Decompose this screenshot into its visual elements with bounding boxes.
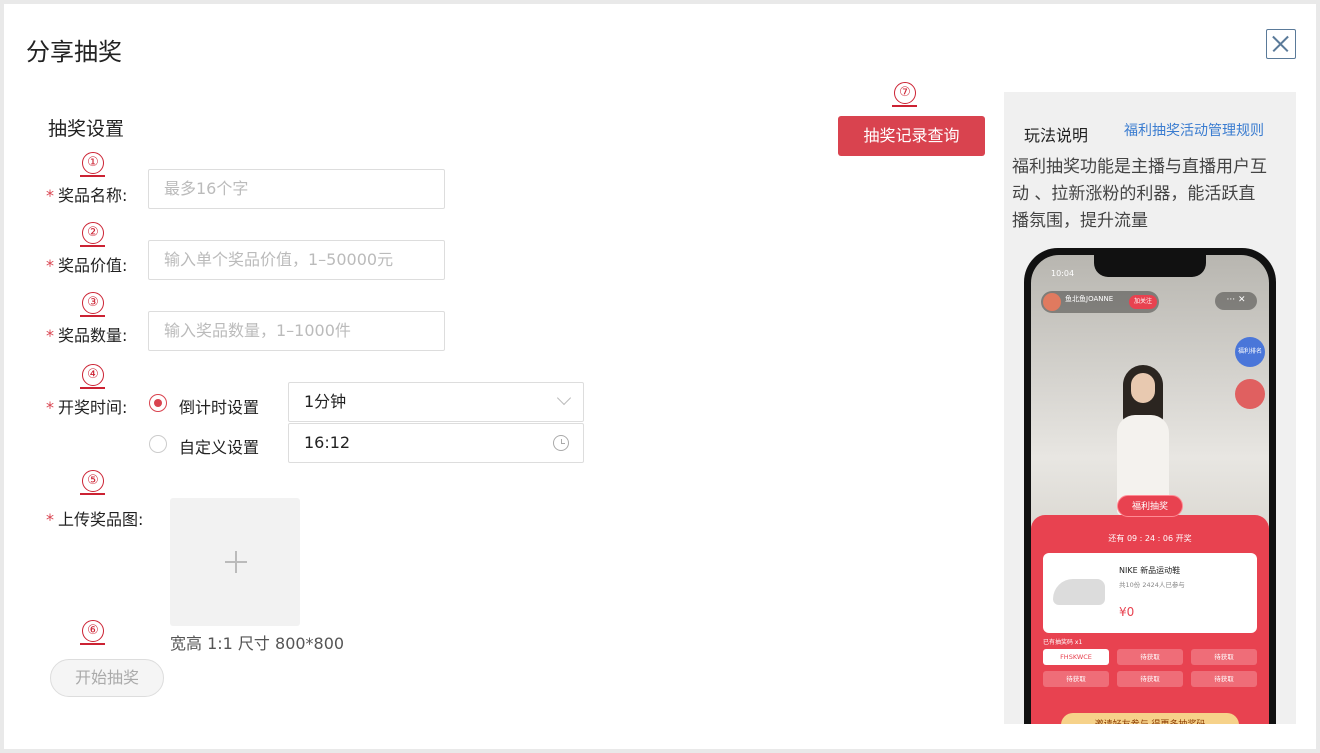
lottery-code: FHSKWCE	[1043, 649, 1109, 665]
countdown-select[interactable]: 1分钟	[288, 382, 584, 422]
upload-box[interactable]	[170, 498, 300, 626]
phone-preview: 10:04 鱼北鱼JOANNE 加关注 ··· ✕ 福利排名 福利抽奖 还有 0…	[1024, 248, 1276, 724]
dialog-title: 分享抽奖	[26, 38, 122, 66]
chevron-down-icon	[556, 390, 572, 406]
lottery-code: 待获取	[1191, 671, 1257, 687]
phone-menu: ··· ✕	[1215, 292, 1257, 310]
ranking-badge: 福利排名	[1235, 337, 1265, 367]
host-info: 鱼北鱼JOANNE 加关注	[1041, 291, 1159, 313]
custom-option-label: 自定义设置	[179, 438, 260, 457]
phone-screen: 10:04 鱼北鱼JOANNE 加关注 ··· ✕ 福利排名 福利抽奖 还有 0…	[1031, 255, 1269, 724]
prize-value-input[interactable]: 输入单个奖品价值，1–50000元	[148, 240, 445, 280]
host-figure	[1113, 365, 1173, 515]
host-name: 鱼北鱼JOANNE	[1065, 295, 1114, 303]
lottery-code: 待获取	[1117, 649, 1183, 665]
lottery-card-title: 福利抽奖	[1117, 495, 1183, 517]
marker-5: ⑤	[80, 470, 105, 495]
draw-time-label: * 开奖时间:	[46, 398, 128, 417]
upload-hint: 宽高 1:1 尺寸 800*800	[170, 634, 345, 653]
avatar	[1043, 293, 1061, 311]
phone-notch	[1094, 255, 1206, 277]
lottery-countdown: 还有 09 : 24 : 06 开奖	[1108, 534, 1192, 543]
custom-time-value: 16:12	[304, 433, 351, 452]
marker-7: ⑦	[892, 82, 917, 107]
marker-1: ①	[80, 152, 105, 177]
clock-icon	[553, 435, 569, 451]
rules-link[interactable]: 福利抽奖活动管理规则	[1124, 120, 1264, 140]
gift-icon	[1235, 379, 1265, 409]
codes-label: 已有抽奖码 x1	[1043, 639, 1083, 646]
product-name: NIKE 新品运动鞋	[1119, 566, 1181, 575]
prize-quantity-input[interactable]: 输入奖品数量，1–1000件	[148, 311, 445, 351]
marker-6: ⑥	[80, 620, 105, 645]
custom-time-picker[interactable]: 16:12	[288, 423, 584, 463]
shoe-image	[1053, 579, 1105, 605]
start-draw-button[interactable]: 开始抽奖	[50, 659, 164, 697]
lottery-code: 待获取	[1043, 671, 1109, 687]
dialog: 分享抽奖 抽奖设置 ① ② ③ ④ ⑤ ⑥ ⑦ * 奖品名称: 最多16个字 * 奖…	[4, 4, 1316, 749]
draw-record-button[interactable]: 抽奖记录查询	[838, 116, 985, 156]
product-card: NIKE 新品运动鞋 共10份 2424人已参与 ¥0	[1043, 553, 1257, 633]
prize-value-label: * 奖品价值:	[46, 256, 128, 275]
invite-button: 邀请好友参与 得更多抽奖码	[1061, 713, 1239, 724]
lottery-code: 待获取	[1117, 671, 1183, 687]
marker-2: ②	[80, 222, 105, 247]
countdown-option-label: 倒计时设置	[179, 398, 260, 417]
prize-quantity-label: * 奖品数量:	[46, 326, 128, 345]
plus-icon	[225, 551, 247, 573]
guide-title: 玩法说明	[1024, 126, 1089, 145]
phone-time: 10:04	[1051, 269, 1075, 278]
close-icon[interactable]	[1266, 29, 1296, 59]
custom-radio[interactable]	[149, 435, 167, 453]
countdown-select-value: 1分钟	[304, 392, 347, 411]
guide-description: 福利抽奖功能是主播与直播用户互动 、拉新涨粉的利器，能活跃直播氛围，提升流量	[1012, 157, 1267, 231]
lottery-code: 待获取	[1191, 649, 1257, 665]
countdown-radio[interactable]	[149, 394, 167, 412]
prize-name-label: * 奖品名称:	[46, 186, 128, 205]
product-sub: 共10份 2424人已参与	[1119, 581, 1185, 589]
marker-3: ③	[80, 292, 105, 317]
section-title: 抽奖设置	[48, 118, 125, 140]
upload-label: * 上传奖品图:	[46, 510, 144, 529]
marker-4: ④	[80, 364, 105, 389]
guide-panel: 玩法说明 福利抽奖活动管理规则 福利抽奖功能是主播与直播用户互动 、拉新涨粉的利…	[1004, 92, 1296, 724]
prize-name-input[interactable]: 最多16个字	[148, 169, 445, 209]
follow-button: 加关注	[1129, 295, 1157, 309]
product-price: ¥0	[1119, 605, 1135, 619]
